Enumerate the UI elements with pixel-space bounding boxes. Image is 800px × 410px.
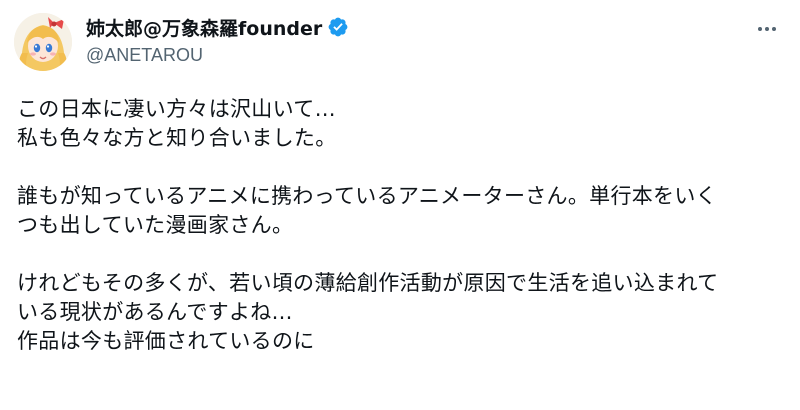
text-line: けれどもその多くが、若い頃の薄給創作活動が原因で生活を追い込まれて: [17, 271, 719, 295]
text-line: 誰もが知っているアニメに携わっているアニメーターさん。単行本をいく: [17, 184, 717, 208]
paragraph-3: けれどもその多くが、若い頃の薄給創作活動が原因で生活を追い込まれて いる現状があ…: [17, 269, 789, 356]
post-card: 姉太郎@万象森羅founder @ANETAROU この日本に凄い方々は沢山いて…: [0, 0, 800, 410]
avatar-image: [14, 13, 72, 71]
name-row: 姉太郎@万象森羅founder: [86, 14, 349, 40]
post-text: この日本に凄い方々は沢山いて… 私も色々な方と知り合いました。 誰もが知っている…: [17, 95, 789, 356]
text-line: いる現状があるんですよね…: [17, 300, 293, 324]
display-name[interactable]: 姉太郎@万象森羅founder: [86, 14, 322, 41]
text-line: つも出していた漫画家さん。: [17, 213, 294, 237]
text-line: 私も色々な方と知り合いました。: [17, 126, 337, 150]
avatar[interactable]: [14, 13, 72, 71]
user-handle[interactable]: @ANETAROU: [86, 45, 349, 66]
more-options-icon[interactable]: [754, 18, 780, 40]
paragraph-2: 誰もが知っているアニメに携わっているアニメーターさん。単行本をいく つも出してい…: [17, 182, 789, 240]
verified-badge-icon[interactable]: [327, 16, 349, 38]
author-block: 姉太郎@万象森羅founder @ANETAROU: [86, 14, 349, 66]
paragraph-1: この日本に凄い方々は沢山いて… 私も色々な方と知り合いました。: [17, 95, 789, 153]
text-line: この日本に凄い方々は沢山いて…: [17, 97, 336, 121]
text-line: 作品は今も評価されているのに: [17, 329, 315, 353]
